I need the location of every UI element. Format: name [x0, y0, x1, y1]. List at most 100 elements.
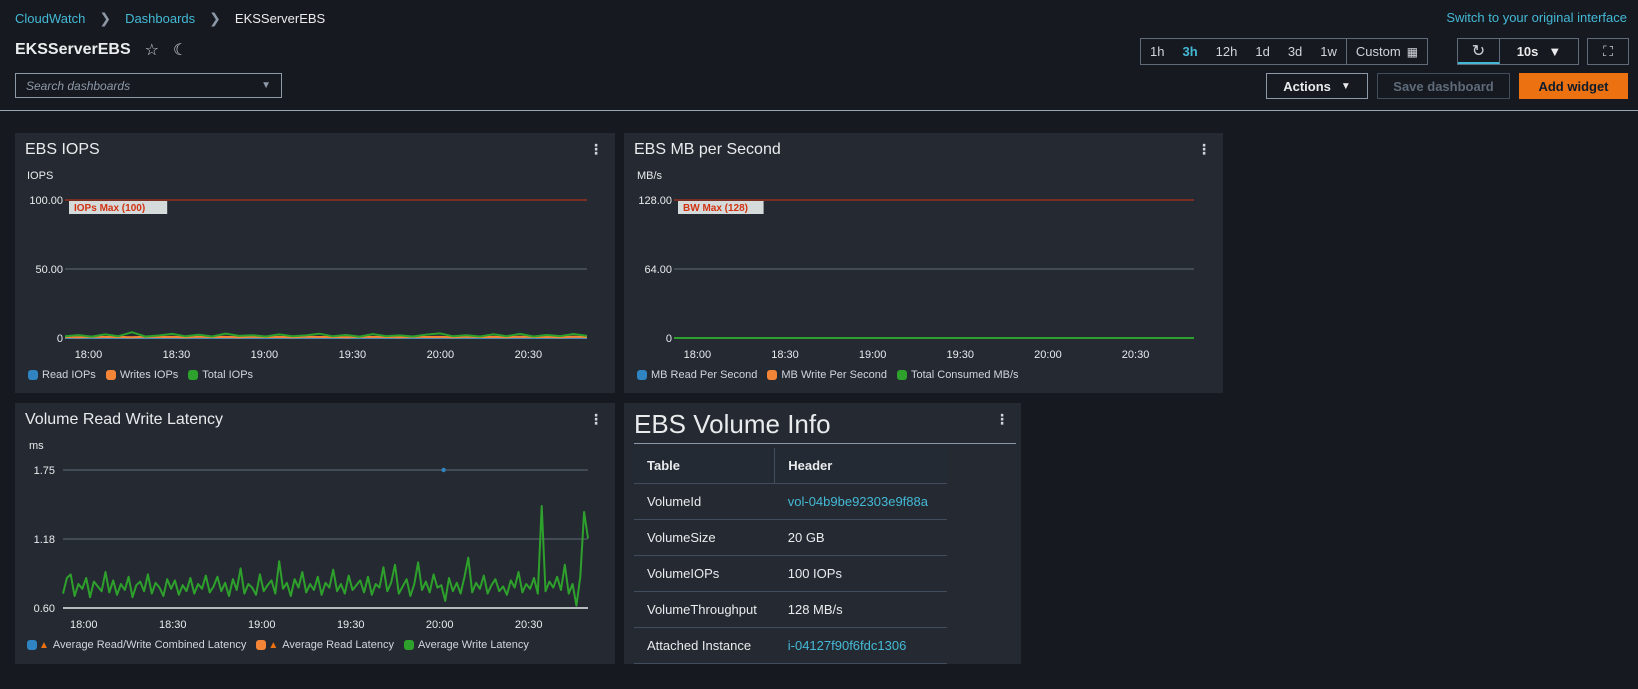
table-row: VolumeIOPs 100 IOPs	[634, 555, 947, 592]
top-bar: CloudWatch ❯ Dashboards ❯ EKSServerEBS S…	[0, 0, 1638, 111]
moon-icon[interactable]: ☾	[173, 40, 187, 60]
refresh-interval-dropdown[interactable]: 10s ▼	[1500, 44, 1578, 59]
row-label: VolumeId	[634, 483, 775, 520]
legend-item[interactable]: Total Consumed MB/s	[896, 369, 1019, 381]
legend-label: Average Write Latency	[417, 639, 529, 651]
y-tick-label: 0	[666, 333, 672, 345]
widget-ebs-volume-info: EBS Volume Info ⋮ Table Header VolumeId …	[624, 403, 1021, 664]
legend-item[interactable]: MB Read Per Second	[637, 369, 757, 381]
breadcrumb-cloudwatch[interactable]: CloudWatch	[15, 11, 85, 26]
time-range-1d[interactable]: 1d	[1246, 44, 1278, 59]
switch-interface-link[interactable]: Switch to your original interface	[1446, 10, 1627, 25]
legend-swatch	[256, 640, 267, 650]
custom-label: Custom	[1355, 44, 1401, 59]
actions-button[interactable]: Actions ▼	[1266, 73, 1368, 99]
threshold-label: IOPs Max (100)	[74, 203, 145, 214]
table-row: VolumeThroughput 128 MB/s	[634, 591, 947, 628]
more-options-icon[interactable]: ⋮	[995, 411, 1009, 428]
x-tick-label: 20:30	[515, 619, 543, 631]
legend-swatch	[105, 370, 116, 380]
legend-label: Read IOPs	[42, 369, 96, 381]
x-tick-label: 18:00	[75, 349, 103, 361]
legend-label: MB Write Per Second	[781, 369, 887, 381]
x-tick-label: 19:00	[248, 619, 276, 631]
add-widget-button[interactable]: Add widget	[1519, 73, 1628, 99]
calendar-icon: ▦	[1406, 44, 1419, 59]
time-range-3h[interactable]: 3h	[1173, 44, 1206, 59]
y-tick-label: 1.75	[34, 465, 55, 477]
column-header: Table	[634, 448, 776, 484]
legend-item[interactable]: Read IOPs	[28, 369, 96, 381]
legend-swatch	[188, 370, 199, 380]
legend-label: Average Read/Write Combined Latency	[52, 639, 247, 651]
x-tick-label: 18:00	[684, 349, 712, 361]
time-range-12h[interactable]: 12h	[1207, 44, 1247, 59]
legend-item[interactable]: MB Write Per Second	[767, 369, 887, 381]
table-row: Attached Instance i-04127f90f6fdc1306	[634, 627, 947, 664]
y-tick-label: 50.00	[35, 264, 63, 276]
legend-swatch	[28, 370, 38, 380]
widget-latency: Volume Read Write Latency ⋮ ms 1.75 1.18 0…	[15, 403, 615, 664]
y-tick-label: 64.00	[644, 264, 672, 276]
column-header: Header	[774, 448, 947, 484]
x-tick-label: 18:30	[163, 349, 191, 361]
refresh-group: ↻ 10s ▼	[1457, 38, 1579, 65]
widget-ebs-mbps: EBS MB per Second ⋮ MB/s 128.00 64.00 0 18:…	[624, 133, 1223, 393]
threshold-label: BW Max (128)	[683, 203, 748, 214]
x-tick-label: 19:30	[337, 619, 365, 631]
row-label: Attached Instance	[634, 627, 775, 664]
fullscreen-icon[interactable]: ⛶	[1587, 38, 1629, 65]
caret-down-icon: ▼	[261, 80, 271, 91]
actions-label: Actions	[1283, 78, 1331, 94]
x-tick-label: 20:00	[1034, 349, 1062, 361]
chart-legend: Read IOPs Writes IOPs Total IOPs	[28, 369, 253, 381]
row-value: 128 MB/s	[774, 591, 947, 628]
x-tick-label: 19:00	[859, 349, 887, 361]
search-dashboards-input[interactable]: Search dashboards ▼	[15, 73, 282, 98]
breadcrumb-current: EKSServerEBS	[234, 11, 326, 26]
divider	[634, 443, 1016, 444]
x-tick-label: 19:00	[251, 349, 279, 361]
legend-label: MB Read Per Second	[651, 369, 758, 381]
volume-info-table: Table Header VolumeId vol-04b9be92303e9f…	[634, 448, 947, 664]
x-tick-label: 20:00	[426, 619, 454, 631]
legend-label: Total Consumed MB/s	[910, 369, 1019, 381]
warning-icon: ▲	[268, 639, 279, 651]
legend-item[interactable]: ▲ Average Read/Write Combined Latency	[27, 639, 246, 651]
volume-id-link[interactable]: vol-04b9be92303e9f88a	[788, 494, 928, 509]
search-placeholder: Search dashboards	[26, 78, 131, 93]
title-row: EKSServerEBS ☆ ☾	[15, 40, 187, 60]
save-dashboard-button[interactable]: Save dashboard	[1377, 73, 1510, 99]
refresh-interval-value: 10s	[1516, 44, 1539, 59]
series-line	[62, 505, 589, 607]
table-row: VolumeSize 20 GB	[634, 519, 947, 556]
chart-ebs-mbps: 128.00 64.00 0 18:00 18:30 19:00 19:30 20:00 20:…	[638, 195, 1194, 361]
time-range-custom[interactable]: Custom ▦	[1345, 39, 1427, 64]
series-line	[64, 331, 588, 338]
time-range-1w[interactable]: 1w	[1311, 44, 1346, 59]
legend-item[interactable]: ▲ Average Read Latency	[256, 639, 394, 651]
star-icon[interactable]: ☆	[145, 40, 159, 60]
legend-item[interactable]: Writes IOPs	[105, 369, 179, 381]
row-value: 20 GB	[774, 519, 947, 556]
chevron-right-icon: ❯	[209, 10, 221, 26]
y-tick-label: 128.00	[638, 195, 672, 207]
row-label: VolumeThroughput	[634, 591, 775, 628]
instance-id-link[interactable]: i-04127f90f6fdc1306	[788, 638, 907, 653]
legend-label: Writes IOPs	[119, 369, 179, 381]
refresh-icon[interactable]: ↻	[1458, 39, 1500, 64]
time-range-3d[interactable]: 3d	[1279, 44, 1311, 59]
y-tick-label: 1.18	[34, 534, 55, 546]
caret-down-icon: ▼	[1340, 80, 1351, 92]
x-tick-label: 20:00	[427, 349, 455, 361]
x-tick-label: 18:30	[771, 349, 799, 361]
row-label: VolumeIOPs	[634, 555, 775, 592]
caret-down-icon: ▼	[1548, 44, 1562, 59]
legend-item[interactable]: Average Write Latency	[403, 639, 529, 651]
page-title: EKSServerEBS	[15, 41, 131, 58]
time-range-1h[interactable]: 1h	[1141, 44, 1173, 59]
series-point	[441, 467, 446, 473]
breadcrumb-dashboards[interactable]: Dashboards	[125, 11, 195, 26]
widget-title: EBS Volume Info	[634, 409, 831, 439]
legend-item[interactable]: Total IOPs	[188, 369, 253, 381]
